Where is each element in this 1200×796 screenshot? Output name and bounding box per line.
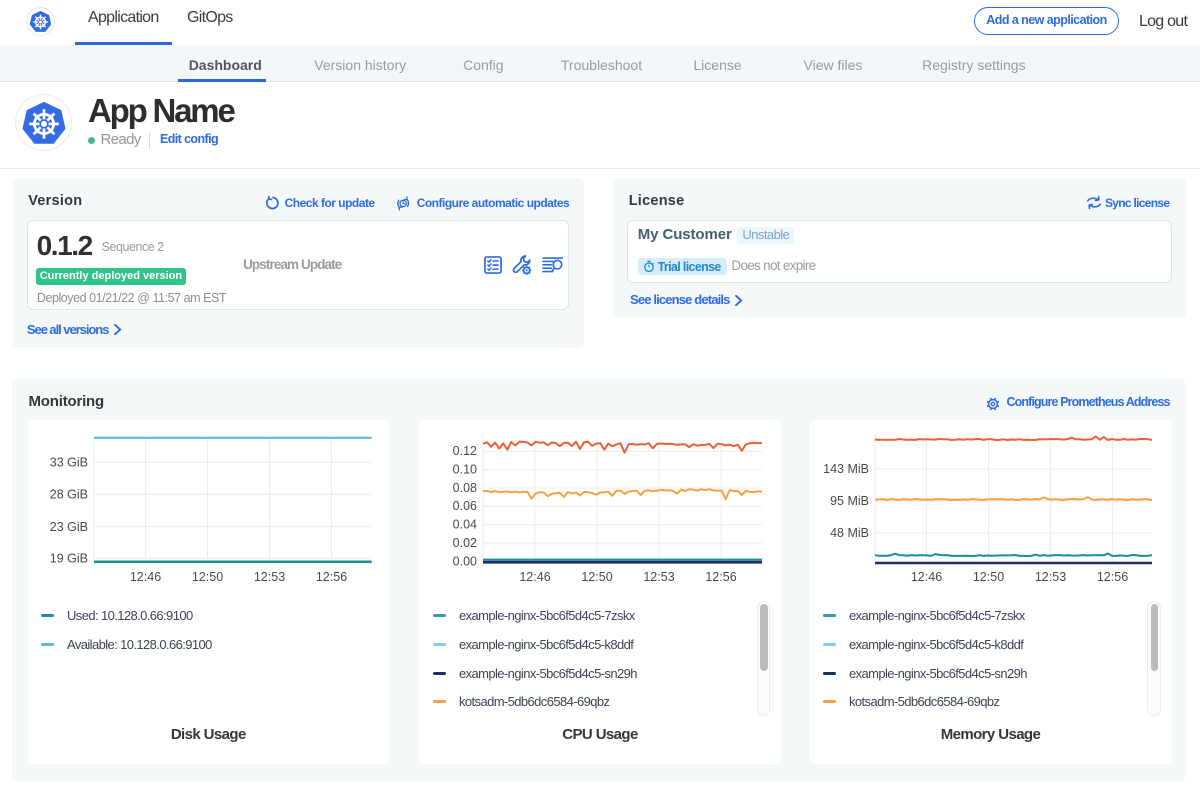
svg-text:28 GiB: 28 GiB: [49, 488, 87, 502]
svg-text:33 GiB: 33 GiB: [49, 456, 87, 470]
svg-text:12:53: 12:53: [253, 570, 284, 584]
svg-text:19 GiB: 19 GiB: [49, 552, 87, 566]
svg-text:23 GiB: 23 GiB: [49, 520, 87, 534]
svg-text:0.06: 0.06: [453, 499, 477, 513]
svg-text:12:50: 12:50: [581, 570, 612, 584]
svg-text:0.02: 0.02: [453, 536, 477, 550]
svg-text:0.04: 0.04: [453, 518, 477, 532]
svg-text:12:50: 12:50: [191, 570, 222, 584]
svg-text:12:46: 12:46: [911, 570, 942, 584]
svg-text:12:46: 12:46: [519, 570, 550, 584]
svg-text:0.12: 0.12: [453, 444, 477, 458]
svg-text:95 MiB: 95 MiB: [830, 494, 869, 508]
svg-text:12:56: 12:56: [1097, 570, 1128, 584]
svg-text:0.00: 0.00: [453, 554, 477, 568]
svg-text:12:53: 12:53: [1035, 570, 1066, 584]
svg-text:48 MiB: 48 MiB: [830, 526, 869, 540]
svg-text:0.08: 0.08: [453, 481, 477, 495]
svg-text:0.10: 0.10: [453, 463, 477, 477]
svg-text:143 MiB: 143 MiB: [823, 462, 869, 476]
svg-text:12:46: 12:46: [129, 570, 160, 584]
svg-text:12:56: 12:56: [705, 570, 736, 584]
svg-text:12:50: 12:50: [973, 570, 1004, 584]
svg-text:12:53: 12:53: [643, 570, 674, 584]
svg-text:12:56: 12:56: [315, 570, 346, 584]
